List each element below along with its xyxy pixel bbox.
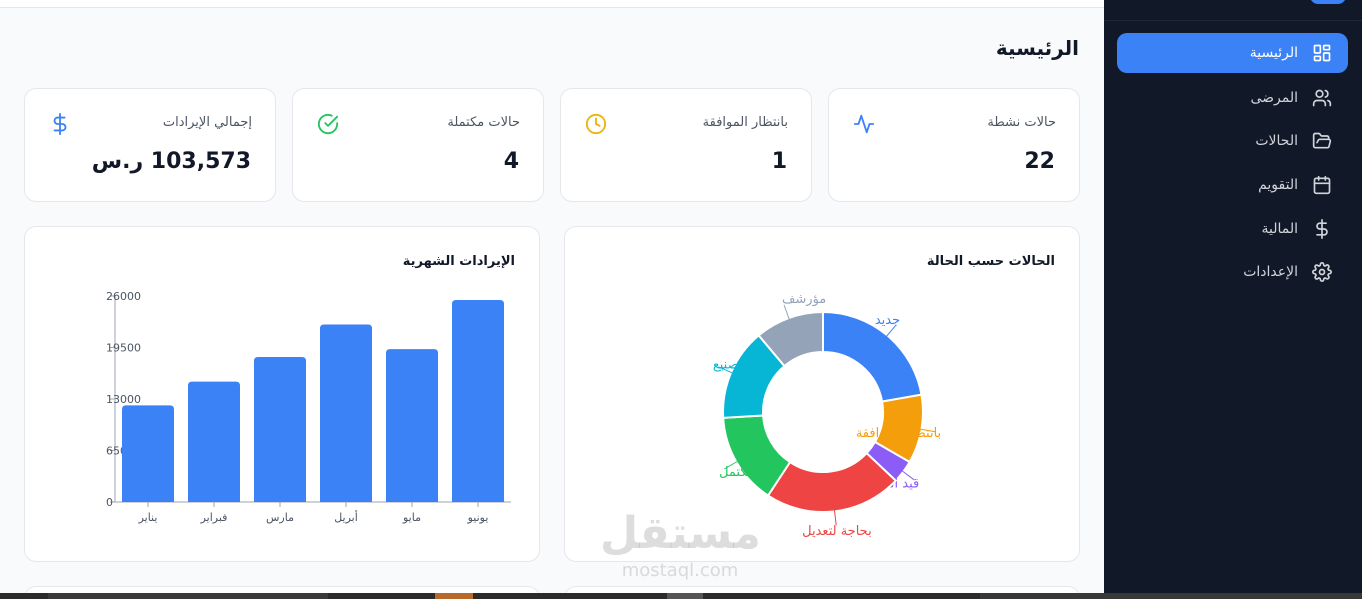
donut-label: بانتظار الموافقة: [856, 426, 941, 441]
sidebar-item-settings[interactable]: الإعدادات: [1117, 253, 1348, 291]
x-tick-label: مايو: [402, 511, 421, 524]
sidebar-item-patients[interactable]: المرضى: [1117, 79, 1348, 117]
sidebar-item-label: التقويم: [1258, 177, 1298, 193]
check-circle-icon: [317, 113, 339, 135]
activity-icon: [853, 113, 875, 135]
stat-value: 4: [503, 149, 519, 174]
gear-icon: [1312, 262, 1332, 282]
x-tick-label: أبريل: [334, 510, 358, 524]
stat-value: 22: [1024, 149, 1055, 174]
stat-card-pending: بانتظار الموافقة 1: [560, 88, 812, 202]
sidebar-item-finance[interactable]: المالية: [1117, 210, 1348, 248]
sidebar-item-cases[interactable]: الحالات: [1117, 122, 1348, 160]
sidebar-header: [1104, 0, 1362, 21]
revenue-bar[interactable]: [122, 405, 174, 502]
revenue-bar-chart: 06500130001950026000يناير فبراير مارس أبريل…: [106, 290, 511, 524]
donut-label: مؤرشف: [782, 292, 826, 307]
revenue-bar[interactable]: [452, 299, 504, 502]
users-icon: [1312, 88, 1332, 108]
sidebar-item-label: الإعدادات: [1243, 264, 1298, 280]
revenue-bar[interactable]: [188, 381, 240, 502]
stat-label: حالات مكتملة: [447, 115, 520, 130]
sidebar-header-pill: [1310, 0, 1346, 4]
donut-slice[interactable]: [822, 310, 923, 403]
watermark-text: مستقل: [600, 508, 761, 559]
folder-open-icon: [1312, 131, 1332, 151]
grid-icon: [1312, 43, 1332, 63]
sidebar-item-label: المالية: [1261, 221, 1298, 237]
stat-label: حالات نشطة: [987, 115, 1056, 130]
sidebar: الرئيسية المرضى الحالات التقويم المالية …: [1104, 0, 1362, 599]
clock-icon: [585, 113, 607, 135]
donut-label: بحاجة لتعديل: [802, 524, 872, 539]
stat-card-completed: حالات مكتملة 4: [292, 88, 544, 202]
revenue-bar[interactable]: [254, 357, 306, 502]
watermark-logo: مستقل mostaql.com: [600, 508, 761, 588]
donut-label: جديد: [875, 313, 900, 328]
revenue-chart-card: الإيرادات الشهرية 0 6500 13000 19500 26000 ين…: [24, 226, 540, 562]
dollar-icon: [49, 113, 71, 135]
taskbar-strip: [0, 593, 1362, 599]
dollar-icon: [1312, 219, 1332, 239]
revenue-bar[interactable]: [386, 349, 438, 502]
x-tick-label: مارس: [266, 511, 294, 524]
stat-label: بانتظار الموافقة: [702, 115, 788, 130]
x-tick-label: يناير: [138, 511, 158, 524]
calendar-icon: [1312, 175, 1332, 195]
sidebar-item-calendar[interactable]: التقويم: [1117, 166, 1348, 204]
sidebar-item-label: المرضى: [1250, 90, 1298, 106]
stat-value: 1: [771, 149, 787, 174]
y-tick-label: 0: [106, 496, 113, 509]
page-title: الرئيسية: [995, 36, 1079, 60]
stat-label: إجمالي الإيرادات: [162, 115, 252, 130]
stat-card-revenue: إجمالي الإيرادات 103,573 ر.س: [24, 88, 276, 202]
stat-card-active: حالات نشطة 22: [828, 88, 1080, 202]
stat-value: 103,573 ر.س: [91, 149, 251, 174]
donut-label: قيد التصنيع: [713, 357, 772, 372]
sidebar-item-label: الرئيسية: [1249, 45, 1298, 61]
sidebar-item-label: الحالات: [1255, 133, 1298, 149]
x-tick-label: يونيو: [467, 511, 489, 524]
y-tick-label: 26000: [106, 290, 141, 303]
top-bar: [0, 0, 1104, 8]
main-area: الرئيسية حالات نشطة 22 بانتظار الموافقة …: [0, 0, 1104, 599]
x-tick-label: فبراير: [200, 511, 228, 524]
watermark-url: mostaql.com: [621, 560, 739, 581]
sidebar-item-home[interactable]: الرئيسية: [1117, 33, 1348, 73]
donut-label: مكتمل: [719, 465, 754, 480]
revenue-bar[interactable]: [320, 324, 372, 502]
y-tick-label: 19500: [106, 342, 141, 355]
y-tick-label: 13000: [106, 393, 141, 406]
